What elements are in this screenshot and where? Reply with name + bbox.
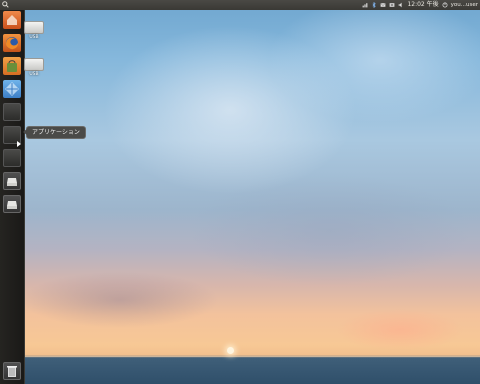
launcher-software-center[interactable] xyxy=(3,57,21,75)
launcher-drive-1[interactable] xyxy=(3,172,21,190)
launcher-workspace-switcher[interactable] xyxy=(3,80,21,98)
shopping-bag-icon xyxy=(7,60,17,72)
drive-icon xyxy=(24,58,44,71)
horizon-line xyxy=(24,356,480,357)
launcher-trash[interactable] xyxy=(3,362,21,380)
workspace-icon xyxy=(5,82,19,96)
drive-icon xyxy=(7,178,17,186)
launcher-app-1[interactable] xyxy=(3,103,21,121)
launcher-tooltip: アプリケーション xyxy=(23,126,86,139)
volume-icon[interactable] xyxy=(398,2,404,8)
home-folder-icon xyxy=(7,15,17,25)
clock[interactable]: 12:02 午後 xyxy=(407,0,438,10)
desktop-wallpaper xyxy=(0,0,480,384)
launcher-firefox[interactable] xyxy=(3,34,21,52)
session-icon[interactable] xyxy=(442,2,448,8)
desktop-icon-label: USB xyxy=(29,72,39,77)
desktop-drive-2[interactable]: USB xyxy=(21,58,47,77)
launcher-home-folder[interactable] xyxy=(3,11,21,29)
dash-icon[interactable] xyxy=(2,1,9,8)
bluetooth-icon[interactable] xyxy=(371,2,377,8)
launcher-drive-2[interactable] xyxy=(3,195,21,213)
keyboard-icon[interactable] xyxy=(389,2,395,8)
firefox-icon xyxy=(6,37,19,50)
indicator-area: 12:02 午後 you...user xyxy=(362,0,478,10)
mail-icon[interactable] xyxy=(380,2,387,8)
trash-icon xyxy=(7,366,17,377)
active-indicator-arrow xyxy=(17,141,21,147)
network-icon[interactable] xyxy=(362,2,368,8)
desktop-drive-1[interactable]: USB xyxy=(21,21,47,40)
desktop-icon-label: USB xyxy=(29,35,39,40)
user-name[interactable]: you...user xyxy=(451,0,478,10)
top-panel: 12:02 午後 you...user xyxy=(0,0,480,10)
sun-glow xyxy=(227,347,234,354)
drive-icon xyxy=(24,21,44,34)
drive-icon xyxy=(7,201,17,209)
launcher-app-3[interactable] xyxy=(3,149,21,167)
